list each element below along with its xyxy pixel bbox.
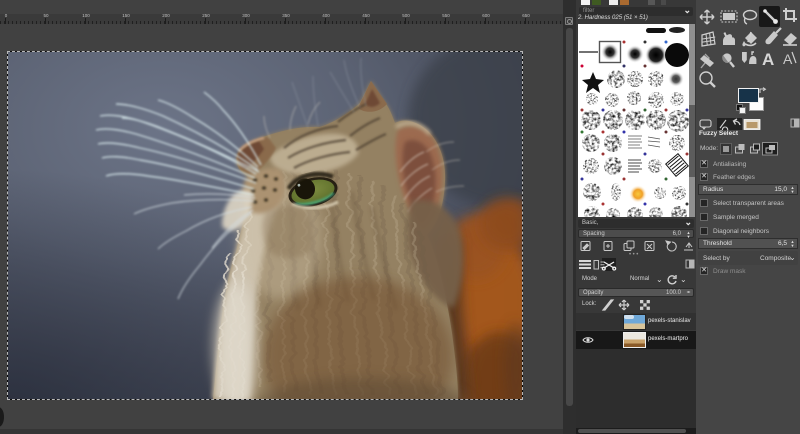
svg-text:A: A: [762, 50, 774, 69]
svg-text:A: A: [783, 51, 793, 67]
